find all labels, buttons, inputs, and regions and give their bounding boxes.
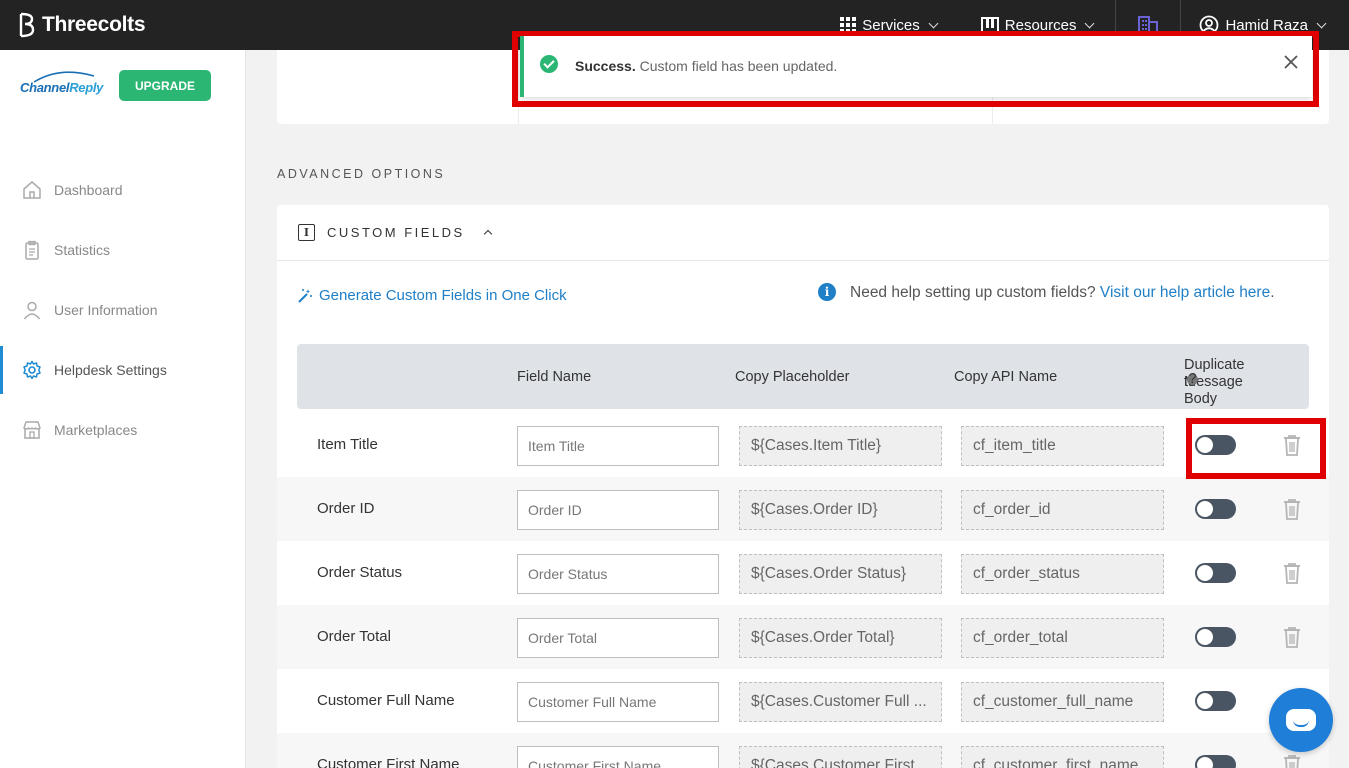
help-question-icon[interactable]: ?: [1187, 372, 1198, 386]
duplicate-toggle[interactable]: [1195, 563, 1236, 583]
help-text-block: Need help setting up custom fields? Visi…: [850, 282, 1275, 303]
custom-fields-card: I CUSTOM FIELDS Generate Custom Fields i…: [277, 205, 1329, 768]
close-icon[interactable]: [1282, 53, 1300, 71]
row-label: Order ID: [317, 500, 375, 517]
help-tail: .: [1270, 284, 1275, 301]
help-text: Need help setting up custom fields?: [850, 284, 1096, 301]
chevron-down-icon: [1316, 18, 1327, 28]
copy-api-name-field[interactable]: cf_customer_full_name: [961, 682, 1164, 722]
generate-link-label: Generate Custom Fields in One Click: [319, 287, 567, 304]
trash-icon[interactable]: [1282, 562, 1302, 584]
toggle-highlight-box: [1186, 418, 1326, 479]
store-icon: [23, 421, 41, 439]
text-field-icon: I: [298, 224, 315, 241]
table-row: Order Total Order Total ${Cases.Order Tota…: [277, 605, 1329, 669]
threecolts-logo[interactable]: Threecolts: [18, 12, 146, 38]
check-circle-icon: [540, 55, 558, 73]
sidebar-item-user-information[interactable]: User Information: [0, 280, 246, 340]
chevron-down-icon: [1085, 18, 1095, 28]
sidebar-item-label: Dashboard: [54, 182, 123, 198]
help-article-link-here[interactable]: here: [1239, 284, 1270, 301]
sidebar: ChannelReply UPGRADE Dashboard Statistic…: [0, 50, 246, 768]
duplicate-toggle[interactable]: [1195, 755, 1236, 768]
chat-widget-button[interactable]: [1269, 688, 1333, 752]
row-label: Item Title: [317, 436, 378, 453]
duplicate-toggle[interactable]: [1195, 691, 1236, 711]
chat-icon: [1286, 709, 1316, 731]
sidebar-item-label: Marketplaces: [54, 422, 138, 438]
help-article-link[interactable]: Visit our help article: [1100, 284, 1235, 301]
trash-icon[interactable]: [1282, 498, 1302, 520]
copy-placeholder-field[interactable]: ${Cases.Order ID}: [739, 490, 942, 530]
section-title: ADVANCED OPTIONS: [277, 167, 446, 181]
table-row: Order Status Order Status ${Cases.Order St…: [277, 541, 1329, 605]
table-row: Item Title Item Title ${Cases.Item Title} c…: [277, 413, 1329, 477]
copy-placeholder-field[interactable]: ${Cases.Customer Full ...: [739, 682, 942, 722]
sidebar-item-label: Statistics: [54, 242, 111, 258]
header-field-name: Field Name: [517, 369, 592, 385]
copy-placeholder-field[interactable]: ${Cases.Customer First ...: [739, 746, 942, 768]
row-label: Order Total: [317, 628, 391, 645]
magic-wand-icon: [298, 288, 312, 303]
sidebar-item-marketplaces[interactable]: Marketplaces: [0, 400, 246, 460]
brand-name: Threecolts: [42, 13, 146, 36]
copy-api-name-field[interactable]: cf_customer_first_name: [961, 746, 1164, 768]
duplicate-toggle[interactable]: [1195, 499, 1236, 519]
help-note: i Need help setting up custom fields? Vi…: [818, 282, 1288, 303]
info-icon: i: [818, 283, 836, 301]
custom-fields-header[interactable]: I CUSTOM FIELDS: [277, 205, 1329, 261]
row-label: Customer Full Name: [317, 692, 455, 709]
card-title: CUSTOM FIELDS: [327, 225, 465, 240]
copy-api-name-field[interactable]: cf_order_id: [961, 490, 1164, 530]
copy-api-name-field[interactable]: cf_item_title: [961, 426, 1164, 466]
table-row: Customer Full Name Customer Full Name ${Ca…: [277, 669, 1329, 733]
chevron-down-icon: [928, 18, 939, 28]
copy-placeholder-field[interactable]: ${Cases.Order Status}: [739, 554, 942, 594]
home-icon: [23, 181, 41, 199]
table-header: Field Name Copy Placeholder Copy API Nam…: [297, 344, 1309, 409]
sidebar-menu: Dashboard Statistics User Information He…: [0, 160, 246, 460]
copy-api-name-field[interactable]: cf_order_status: [961, 554, 1164, 594]
success-toast: Success. Custom field has been updated.: [520, 36, 1312, 97]
field-name-input[interactable]: Customer First Name: [517, 746, 719, 768]
duplicate-toggle[interactable]: [1195, 627, 1236, 647]
logo-text: ChannelReply: [20, 80, 104, 95]
trash-icon[interactable]: [1282, 626, 1302, 648]
table-row: Order ID Order ID ${Cases.Order ID} cf_orde…: [277, 477, 1329, 541]
chevron-up-icon[interactable]: [483, 229, 492, 239]
table-row: Customer First Name Customer First Name ${…: [277, 733, 1329, 768]
sidebar-item-label: Helpdesk Settings: [54, 362, 167, 378]
sidebar-item-statistics[interactable]: Statistics: [0, 220, 246, 280]
field-name-input[interactable]: Order Status: [517, 554, 719, 594]
user-icon: [23, 301, 41, 320]
row-label: Customer First Name: [317, 756, 460, 768]
trash-icon[interactable]: [1282, 754, 1302, 768]
copy-api-name-field[interactable]: cf_order_total: [961, 618, 1164, 658]
header-copy-placeholder: Copy Placeholder: [735, 369, 850, 385]
sidebar-item-helpdesk-settings[interactable]: Helpdesk Settings: [0, 340, 246, 400]
field-name-input[interactable]: Customer Full Name: [517, 682, 719, 722]
threecolts-mark-icon: [19, 12, 35, 38]
clipboard-icon: [25, 240, 39, 260]
sidebar-item-dashboard[interactable]: Dashboard: [0, 160, 246, 220]
channelreply-logo[interactable]: ChannelReply: [20, 70, 104, 110]
field-name-input[interactable]: Order Total: [517, 618, 719, 658]
header-copy-api-name: Copy API Name: [954, 369, 1058, 385]
generate-custom-fields-link[interactable]: Generate Custom Fields in One Click: [297, 287, 567, 304]
field-name-input[interactable]: Order ID: [517, 490, 719, 530]
copy-placeholder-field[interactable]: ${Cases.Order Total}: [739, 618, 942, 658]
field-name-input[interactable]: Item Title: [517, 426, 719, 466]
row-label: Order Status: [317, 564, 403, 581]
copy-placeholder-field[interactable]: ${Cases.Item Title}: [739, 426, 942, 466]
gear-icon: [23, 360, 41, 380]
sidebar-item-label: User Information: [54, 302, 158, 318]
toast-message: Success. Custom field has been updated.: [575, 58, 838, 74]
upgrade-button[interactable]: UPGRADE: [119, 70, 211, 101]
